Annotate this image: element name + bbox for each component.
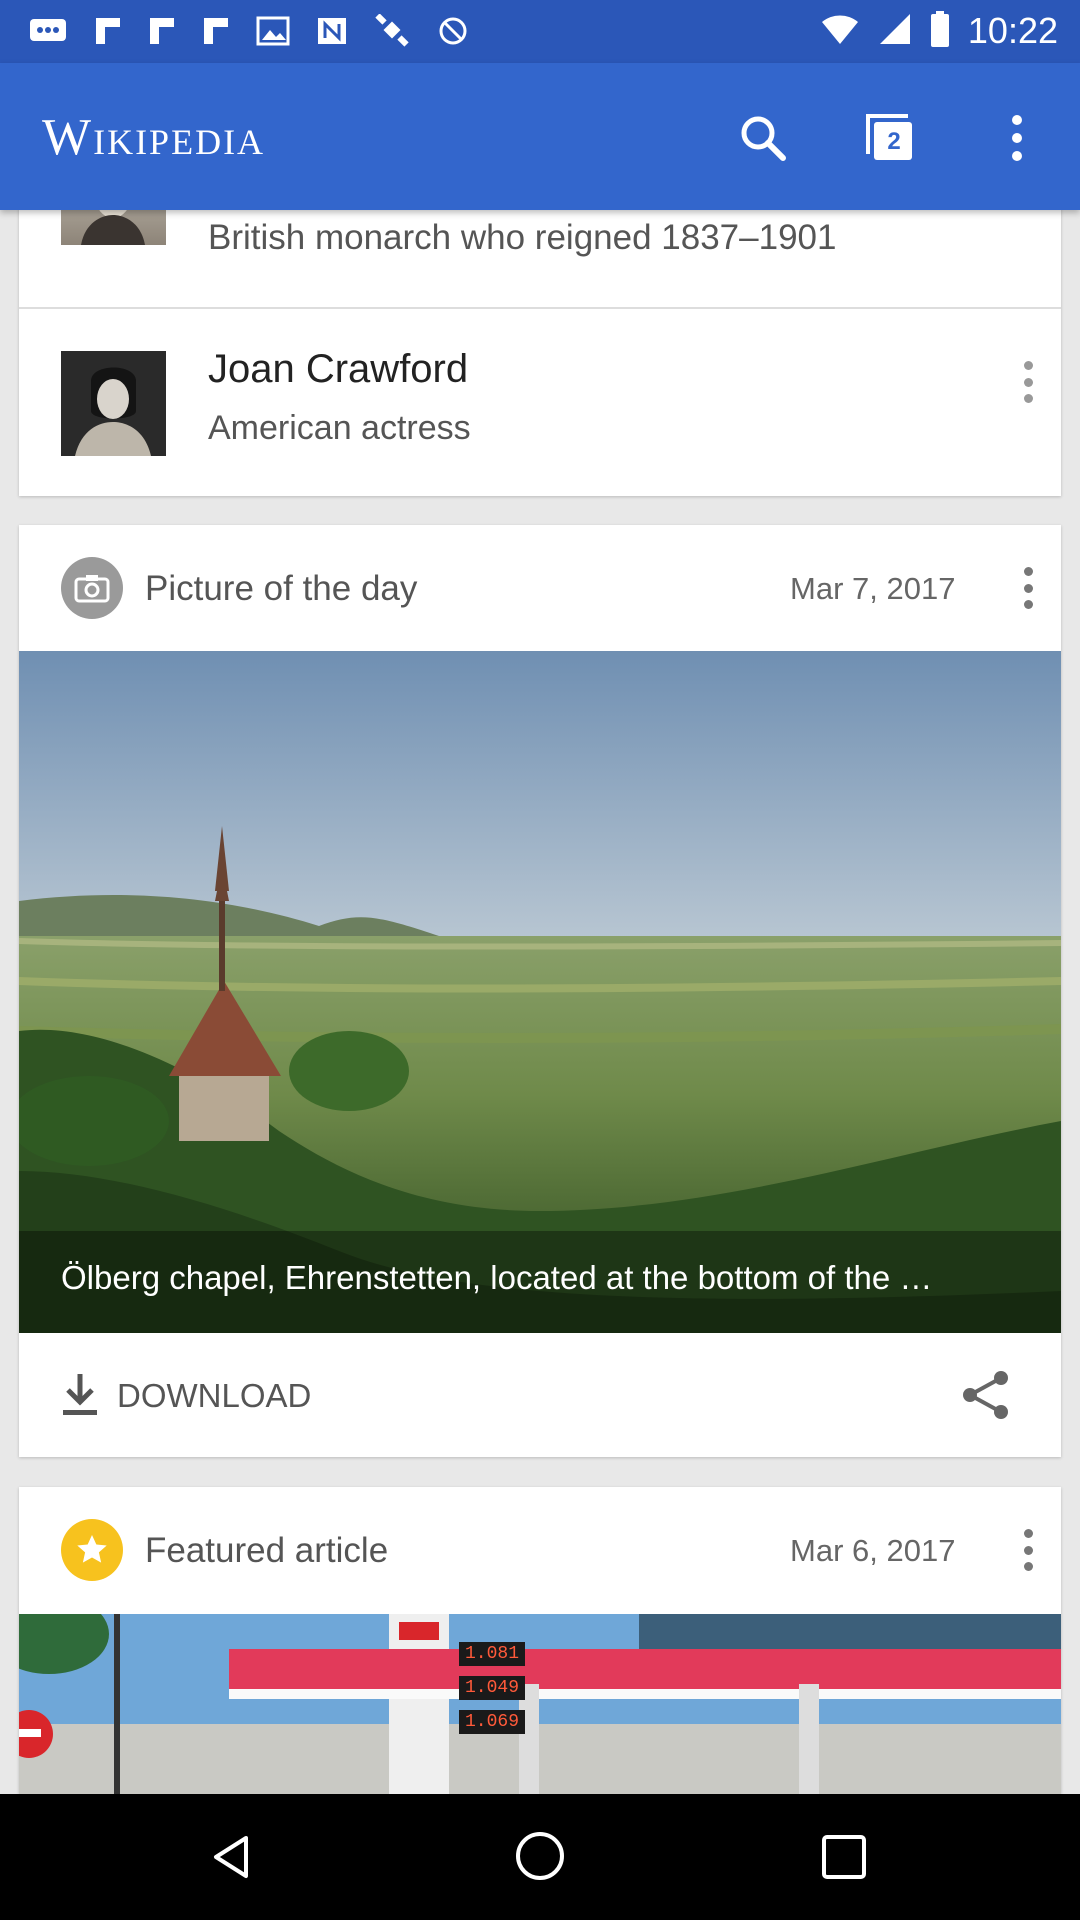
overflow-menu-icon[interactable] — [1013, 361, 1043, 403]
price-display: 1.081 1.049 1.069 — [459, 1642, 526, 1734]
card-date: Mar 6, 2017 — [790, 1533, 956, 1568]
recent-apps-icon[interactable] — [821, 1834, 867, 1885]
picture-of-the-day-image[interactable]: Ölberg chapel, Ehrenstetten, located at … — [19, 651, 1061, 1333]
price-value: 1.069 — [459, 1710, 526, 1734]
price-value: 1.081 — [459, 1642, 526, 1666]
tabs-count: 2 — [880, 128, 908, 156]
card-title: Featured article — [145, 1531, 389, 1570]
image-caption: Ölberg chapel, Ehrenstetten, located at … — [61, 1259, 933, 1296]
flipboard-icon — [148, 16, 176, 51]
star-icon — [61, 1519, 123, 1581]
featured-article-card: Featured article Mar 6, 2017 1.081 1.049… — [19, 1487, 1061, 1794]
wifi-icon — [820, 12, 860, 51]
home-icon[interactable] — [514, 1830, 566, 1887]
status-bar: 10:22 — [0, 0, 1080, 63]
wikipedia-logo[interactable]: Wikipedia — [42, 108, 265, 167]
system-icons: 10:22 — [820, 10, 1058, 52]
item-title: Joan Crawford — [208, 347, 469, 391]
signal-icon — [878, 12, 912, 51]
card-header: Picture of the day Mar 7, 2017 — [19, 525, 1061, 651]
card-date: Mar 7, 2017 — [790, 571, 956, 606]
blocked-icon — [438, 16, 468, 51]
app-bar: Wikipedia 2 — [0, 63, 1080, 210]
card-title: Picture of the day — [145, 569, 418, 608]
card-footer: DOWNLOAD — [19, 1333, 1061, 1457]
overflow-menu-icon[interactable] — [1013, 1529, 1043, 1571]
featured-article-image[interactable]: 1.081 1.049 1.069 — [19, 1614, 1061, 1794]
download-label: DOWNLOAD — [117, 1377, 312, 1414]
tabs-button[interactable]: 2 — [855, 103, 925, 173]
news-icon — [316, 16, 348, 51]
message-icon — [28, 16, 68, 51]
item-description: American actress — [208, 409, 471, 447]
list-item[interactable]: Joan Crawford American actress — [19, 309, 1061, 496]
satellite-icon — [374, 13, 412, 53]
overflow-menu-icon[interactable] — [1013, 567, 1043, 609]
download-icon — [61, 1372, 99, 1421]
picture-of-the-day-card: Picture of the day Mar 7, 2017 Ölberg ch… — [19, 525, 1061, 1457]
price-value: 1.049 — [459, 1676, 526, 1700]
overflow-menu-icon[interactable] — [982, 103, 1052, 173]
flipboard-icon — [94, 16, 122, 51]
card-header: Featured article Mar 6, 2017 — [19, 1487, 1061, 1614]
battery-icon — [930, 10, 950, 52]
joan-crawford-thumbnail — [61, 351, 166, 456]
item-description: British monarch who reigned 1837–1901 — [208, 218, 837, 257]
flipboard-icon — [202, 16, 230, 51]
download-button[interactable]: DOWNLOAD — [61, 1371, 311, 1421]
back-icon[interactable] — [206, 1832, 256, 1887]
navigation-bar — [0, 1794, 1080, 1920]
notification-icons — [28, 13, 468, 53]
search-icon[interactable] — [728, 103, 798, 173]
news-list-card: British monarch who reigned 1837–1901 Jo… — [19, 150, 1061, 496]
camera-icon — [61, 557, 123, 619]
clock: 10:22 — [967, 10, 1058, 51]
share-icon[interactable] — [961, 1369, 1011, 1426]
image-icon — [256, 16, 290, 51]
